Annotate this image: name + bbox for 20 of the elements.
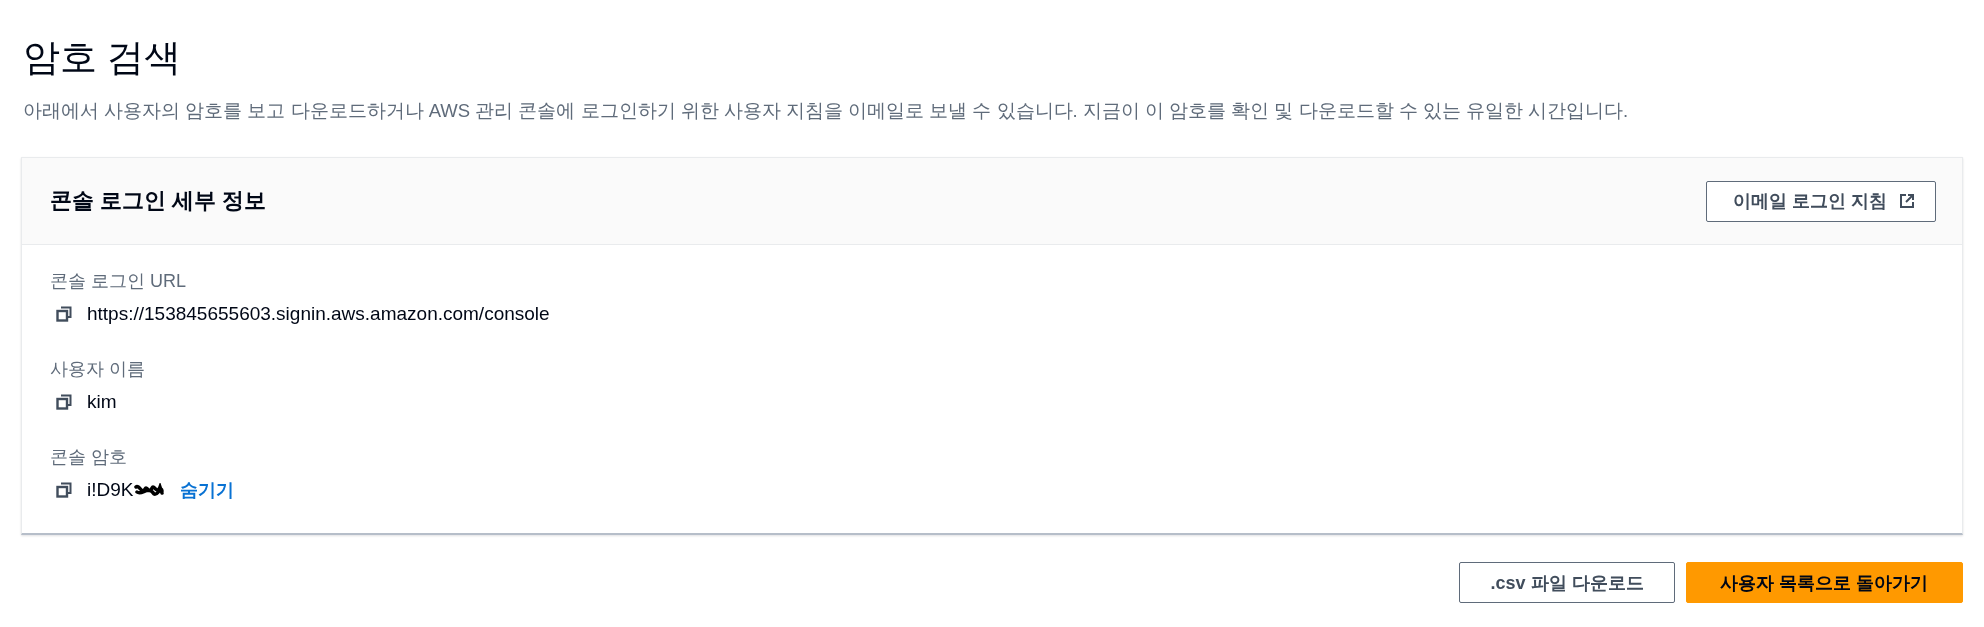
external-link-icon bbox=[1899, 193, 1915, 209]
copy-icon bbox=[55, 481, 73, 499]
field-label: 사용자 이름 bbox=[50, 358, 145, 381]
card-title: 콘솔 로그인 세부 정보 bbox=[50, 187, 267, 215]
field-value: https://153845655603.signin.aws.amazon.com/console bbox=[87, 302, 550, 326]
field-label: 콘솔 로그인 URL bbox=[50, 270, 186, 293]
back-to-users-button[interactable]: 사용자 목록으로 돌아가기 bbox=[1686, 562, 1963, 603]
page-title: 암호 검색 bbox=[23, 36, 182, 80]
field-value: i!D9K bbox=[87, 478, 134, 502]
field-label: 콘솔 암호 bbox=[50, 446, 127, 469]
hide-link[interactable]: 숨기기 bbox=[180, 478, 235, 502]
copy-icon bbox=[55, 393, 73, 411]
download-csv-button[interactable]: .csv 파일 다운로드 bbox=[1459, 562, 1675, 603]
copy-icon bbox=[55, 305, 73, 323]
copy-button[interactable] bbox=[55, 305, 73, 323]
email-instructions-button[interactable]: 이메일 로그인 지침 bbox=[1706, 180, 1936, 222]
copy-button[interactable] bbox=[55, 481, 73, 499]
page-description: 아래에서 사용자의 암호를 보고 다운로드하거나 AWS 관리 콘솔에 로그인하기 위한 사용자 지침을 이메일로 보낼 수 있습니다. 지금이 이 암호를 확인 및 다운로드할 수 있는 유일한 시간입니다. bbox=[23, 99, 1629, 123]
copy-button[interactable] bbox=[55, 393, 73, 411]
field-value: kim bbox=[87, 390, 117, 414]
